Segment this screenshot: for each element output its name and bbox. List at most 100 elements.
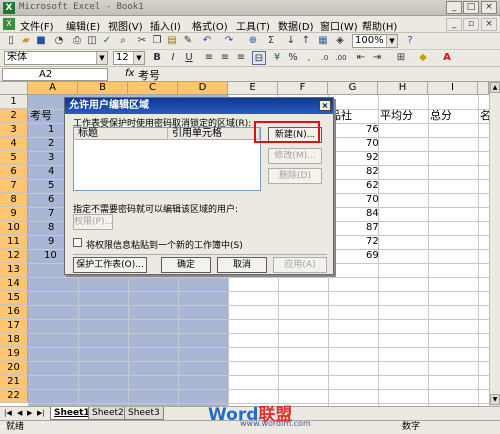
minimize-button[interactable]: _ xyxy=(446,1,462,14)
currency-icon[interactable]: ¥ xyxy=(270,51,284,65)
cell-h2[interactable]: 平均分 xyxy=(380,109,413,123)
close-button[interactable]: × xyxy=(481,1,497,14)
col-header-a[interactable]: A xyxy=(28,82,78,95)
cut-icon[interactable]: ✂ xyxy=(135,34,149,48)
bold-icon[interactable]: B xyxy=(150,51,164,65)
row-header[interactable]: 6 xyxy=(0,165,28,179)
document-icon[interactable]: X xyxy=(3,18,15,30)
underline-icon[interactable]: U xyxy=(182,51,196,65)
menu-edit[interactable]: 编辑(E) xyxy=(66,18,100,33)
ranges-list[interactable]: 标题 引用单元格 xyxy=(73,127,261,191)
modify-range-button[interactable]: 修改(M)... xyxy=(268,148,322,164)
menu-view[interactable]: 视图(V) xyxy=(108,18,143,33)
permission-icon[interactable]: ◔ xyxy=(52,34,66,48)
help-icon[interactable]: ? xyxy=(403,34,417,48)
spelling-icon[interactable]: ✓ xyxy=(100,34,114,48)
row-header[interactable]: 18 xyxy=(0,333,28,347)
zoom-select[interactable]: 100% ▼ xyxy=(352,34,398,48)
col-header-d[interactable]: D xyxy=(178,82,228,95)
row-header[interactable]: 10 xyxy=(0,221,28,235)
print-icon[interactable]: ⎙ xyxy=(70,34,84,48)
formula-content[interactable]: 考号 xyxy=(138,67,160,83)
col-ref-header[interactable]: 引用单元格 xyxy=(168,128,260,140)
menu-help[interactable]: 帮助(H) xyxy=(362,18,397,33)
cell-a12[interactable]: 10 xyxy=(44,249,57,263)
cell-a11[interactable]: 9 xyxy=(48,235,54,249)
col-header-g[interactable]: G xyxy=(328,82,378,95)
menu-window[interactable]: 窗口(W) xyxy=(320,18,358,33)
align-left-icon[interactable]: ≡ xyxy=(202,51,216,65)
last-sheet-icon[interactable]: ▶| xyxy=(37,409,45,417)
menu-tools[interactable]: 工具(T) xyxy=(236,18,270,33)
fill-color-icon[interactable]: ◆ xyxy=(416,51,430,65)
cell-g7[interactable]: 62 xyxy=(366,179,379,193)
cancel-button[interactable]: 取消 xyxy=(217,257,267,273)
print-preview-icon[interactable]: ◫ xyxy=(85,34,99,48)
row-header[interactable]: 15 xyxy=(0,291,28,305)
increase-decimal-icon[interactable]: .0 xyxy=(318,51,332,65)
menu-file[interactable]: 文件(F) xyxy=(20,18,54,33)
next-sheet-icon[interactable]: ▶ xyxy=(27,409,32,417)
row-header[interactable]: 4 xyxy=(0,137,28,151)
permissions-button[interactable]: 权限(P)... xyxy=(73,214,113,230)
percent-icon[interactable]: % xyxy=(286,51,300,65)
col-header-b[interactable]: B xyxy=(78,82,128,95)
menu-data[interactable]: 数据(D) xyxy=(278,18,314,33)
cell-a5[interactable]: 3 xyxy=(48,151,54,165)
sort-descending-icon[interactable]: ↑ xyxy=(299,34,313,48)
col-header-c[interactable]: C xyxy=(128,82,178,95)
prev-sheet-icon[interactable]: ◀ xyxy=(17,409,22,417)
autosum-icon[interactable]: Σ xyxy=(264,34,278,48)
research-icon[interactable]: ⌕ xyxy=(116,34,130,48)
col-header-f[interactable]: F xyxy=(278,82,328,95)
font-size-select[interactable]: 12 ▼ xyxy=(113,51,145,65)
comma-style-icon[interactable]: , xyxy=(302,51,316,65)
align-right-icon[interactable]: ≡ xyxy=(234,51,248,65)
row-header[interactable]: 13 xyxy=(0,263,28,277)
font-select[interactable]: 宋体 ▼ xyxy=(4,51,108,65)
borders-icon[interactable]: ⊞ xyxy=(394,51,408,65)
col-header-j[interactable] xyxy=(478,82,489,95)
menu-format[interactable]: 格式(O) xyxy=(192,18,228,33)
fx-icon[interactable]: fx xyxy=(125,68,134,79)
cell-j2-partial[interactable]: 名 xyxy=(480,109,489,123)
cell-a6[interactable]: 4 xyxy=(48,165,54,179)
tab-sheet3[interactable]: Sheet3 xyxy=(124,407,164,420)
row-header[interactable]: 21 xyxy=(0,375,28,389)
cell-a2[interactable]: 考号 xyxy=(30,109,52,123)
align-center-icon[interactable]: ≡ xyxy=(218,51,232,65)
doc-minimize-button[interactable]: _ xyxy=(446,18,462,31)
font-color-icon[interactable]: A xyxy=(440,51,454,65)
row-header[interactable]: 16 xyxy=(0,305,28,319)
undo-icon[interactable]: ↶ xyxy=(200,34,214,48)
row-header[interactable]: 5 xyxy=(0,151,28,165)
row-header[interactable]: 2 xyxy=(0,109,28,123)
row-header[interactable]: 7 xyxy=(0,179,28,193)
row-header[interactable]: 3 xyxy=(0,123,28,137)
select-all-corner[interactable] xyxy=(0,82,28,95)
maximize-button[interactable]: □ xyxy=(463,1,479,14)
row-header[interactable]: 22 xyxy=(0,389,28,403)
increase-indent-icon[interactable]: ⇥ xyxy=(370,51,384,65)
col-title-header[interactable]: 标题 xyxy=(74,128,168,140)
cell-a10[interactable]: 8 xyxy=(48,221,54,235)
doc-restore-button[interactable]: ▫ xyxy=(463,18,479,31)
row-header[interactable]: 8 xyxy=(0,193,28,207)
cell-g4[interactable]: 70 xyxy=(366,137,379,151)
decrease-decimal-icon[interactable]: .00 xyxy=(334,51,348,65)
scroll-up-icon[interactable]: ▲ xyxy=(490,82,500,93)
format-painter-icon[interactable]: ✎ xyxy=(181,34,195,48)
tab-sheet2[interactable]: Sheet2 xyxy=(88,407,128,420)
delete-range-button[interactable]: 删除(D) xyxy=(268,168,322,184)
paste-permissions-checkbox[interactable] xyxy=(73,238,82,247)
col-header-h[interactable]: H xyxy=(378,82,428,95)
cell-a9[interactable]: 7 xyxy=(48,207,54,221)
sort-ascending-icon[interactable]: ↓ xyxy=(284,34,298,48)
new-icon[interactable]: ▯ xyxy=(4,34,18,48)
cell-a3[interactable]: 1 xyxy=(48,123,54,137)
col-header-e[interactable]: E xyxy=(228,82,278,95)
first-sheet-icon[interactable]: |◀ xyxy=(4,409,12,417)
row-header[interactable]: 20 xyxy=(0,361,28,375)
apply-button[interactable]: 应用(A) xyxy=(273,257,327,273)
doc-close-button[interactable]: × xyxy=(481,18,497,31)
